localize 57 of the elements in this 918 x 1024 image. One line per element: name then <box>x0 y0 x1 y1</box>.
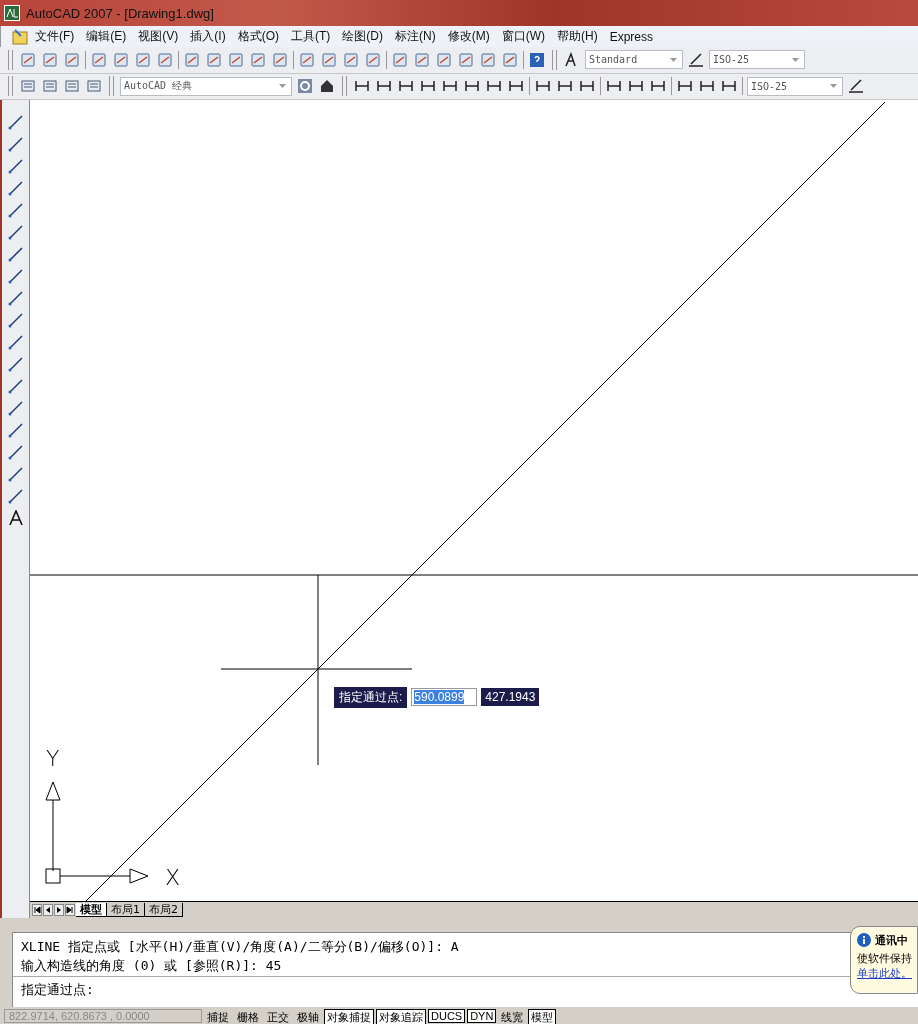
next-tab-button[interactable] <box>54 903 64 916</box>
previous-tab-button[interactable] <box>43 903 53 916</box>
line-icon[interactable] <box>7 113 24 130</box>
layout-tab[interactable]: 布局1 <box>107 902 145 917</box>
text-style-dropdown[interactable]: Standard <box>585 50 683 70</box>
coordinates-readout: 822.9714, 620.8673 , 0.0000 <box>4 1008 202 1023</box>
status-toggle-button[interactable]: 线宽 <box>498 1008 527 1024</box>
dropdown-arrow-icon[interactable] <box>667 55 680 64</box>
menu-item[interactable]: Express <box>603 29 659 44</box>
balloon-title: 通讯中 <box>875 932 908 948</box>
status-toggle-button[interactable]: 极轴 <box>294 1008 322 1024</box>
menu-item[interactable]: 帮助(H) <box>551 28 604 46</box>
first-tab-button[interactable] <box>32 903 42 916</box>
layout-tab[interactable]: 布局2 <box>145 902 183 917</box>
x-axis-label: X <box>165 864 181 890</box>
menu-item[interactable]: 标注(N) <box>389 28 442 46</box>
balloon-text: 使软件保持 <box>857 950 913 966</box>
dropdown-arrow-icon[interactable] <box>789 55 802 64</box>
balloon-link[interactable]: 单击此处。 <box>857 966 912 980</box>
status-toggle-button[interactable]: 对象追踪 <box>376 1008 426 1024</box>
command-line: 输入构造线的角度 (0) 或 [参照(R)]: 45 <box>21 956 282 975</box>
menu-item[interactable]: 视图(V) <box>132 28 185 46</box>
dimension-style-dropdown[interactable]: ISO-25 <box>747 76 843 96</box>
app-logo-icon <box>4 5 20 22</box>
dimension-style-dropdown[interactable]: ISO-25 <box>709 50 805 70</box>
menu-item[interactable]: 绘图(D) <box>336 28 389 46</box>
document-icon <box>11 27 29 46</box>
command-line: XLINE 指定点或 [水平(H)/垂直(V)/角度(A)/二等分(B)/偏移(O)]: A <box>21 937 459 956</box>
text-tool-icon[interactable] <box>7 509 24 526</box>
menu-item[interactable]: 工具(T) <box>285 28 337 46</box>
dropdown-arrow-icon[interactable] <box>827 82 840 91</box>
status-toggle-button[interactable]: DUCS <box>428 1008 466 1023</box>
drawing-canvas[interactable]: Y X 指定通过点: 590.0899 427.1943 <box>30 99 918 901</box>
menu-item[interactable]: 窗口(W) <box>495 28 551 46</box>
status-toggle-button[interactable]: DYN <box>467 1008 497 1023</box>
info-icon <box>857 933 871 948</box>
y-coordinate-field[interactable]: 427.1943 <box>481 688 540 707</box>
workspace-dropdown[interactable]: AutoCAD 经典 <box>120 76 292 96</box>
status-toggle-button[interactable]: 栅格 <box>234 1008 262 1024</box>
menu-item[interactable]: 文件(F) <box>29 28 81 46</box>
ray-icon[interactable] <box>7 135 24 152</box>
status-toggle-button[interactable]: 正交 <box>264 1008 292 1024</box>
y-axis-label: Y <box>46 745 60 771</box>
menu-item[interactable]: 格式(O) <box>231 28 285 46</box>
status-toggle-button[interactable]: 对象捕捉 <box>324 1008 374 1024</box>
menu-item[interactable]: 插入(I) <box>184 28 232 46</box>
status-toggle-button[interactable]: 模型 <box>528 1008 557 1024</box>
status-toggle-button[interactable]: 捕捉 <box>204 1008 232 1024</box>
layout-tab[interactable]: 模型 <box>76 902 107 917</box>
menu-item[interactable]: 修改(M) <box>441 28 496 46</box>
dropdown-arrow-icon[interactable] <box>276 82 289 91</box>
dynamic-input-prompt: 指定通过点: <box>334 686 408 708</box>
last-tab-button[interactable] <box>65 903 75 916</box>
x-coordinate-field[interactable]: 590.0899 <box>411 688 478 707</box>
menu-item[interactable]: 编辑(E) <box>80 28 133 46</box>
window-title: AutoCAD 2007 - [Drawing1.dwg] <box>26 5 214 21</box>
ucs-icon <box>45 781 149 884</box>
